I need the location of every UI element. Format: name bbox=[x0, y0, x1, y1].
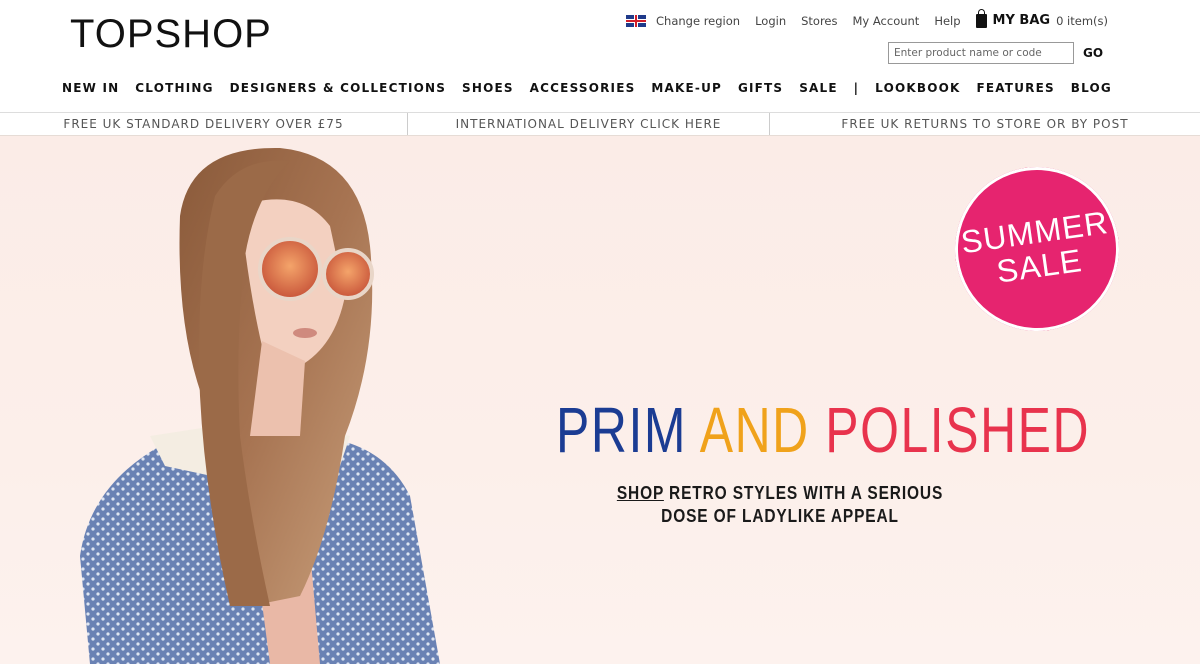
headline-word-3: POLISHED bbox=[825, 394, 1091, 466]
uk-flag-icon bbox=[626, 14, 647, 27]
subline-text-2: DOSE OF LADYLIKE APPEAL bbox=[661, 506, 899, 526]
subline-text-1: RETRO STYLES WITH A SERIOUS bbox=[669, 483, 944, 503]
bag-count: 0 item(s) bbox=[1056, 13, 1108, 28]
promo-international-delivery[interactable]: INTERNATIONAL DELIVERY CLICK HERE bbox=[408, 113, 770, 135]
shopping-bag-icon bbox=[975, 8, 987, 28]
nav-item-shoes[interactable]: SHOES bbox=[462, 81, 514, 95]
promo-free-returns[interactable]: FREE UK RETURNS TO STORE OR BY POST bbox=[770, 113, 1200, 135]
my-bag-link[interactable]: MY BAG 0 item(s) bbox=[975, 8, 1108, 28]
change-region-label: Change region bbox=[656, 13, 741, 28]
headline-word-1: PRIM bbox=[556, 394, 688, 466]
main-nav: NEW IN CLOTHING DESIGNERS & COLLECTIONS … bbox=[62, 81, 1112, 95]
stores-link[interactable]: Stores bbox=[801, 14, 837, 28]
nav-item-lookbook[interactable]: LOOKBOOK bbox=[875, 81, 960, 95]
nav-item-clothing[interactable]: CLOTHING bbox=[135, 81, 213, 95]
utility-links: Change region Login Stores My Account He… bbox=[626, 8, 1108, 28]
nav-item-new-in[interactable]: NEW IN bbox=[62, 81, 119, 95]
promo-free-delivery[interactable]: FREE UK STANDARD DELIVERY OVER £75 bbox=[0, 113, 408, 135]
promo-bar: FREE UK STANDARD DELIVERY OVER £75 INTER… bbox=[0, 112, 1200, 136]
nav-item-make-up[interactable]: MAKE-UP bbox=[651, 81, 722, 95]
nav-item-designers-collections[interactable]: DESIGNERS & COLLECTIONS bbox=[230, 81, 447, 95]
nav-item-features[interactable]: FEATURES bbox=[976, 81, 1054, 95]
nav-item-gifts[interactable]: GIFTS bbox=[738, 81, 783, 95]
my-account-link[interactable]: My Account bbox=[853, 14, 920, 28]
hero-subline: SHOP RETRO STYLES WITH A SERIOUS DOSE OF… bbox=[617, 482, 944, 528]
login-link[interactable]: Login bbox=[755, 14, 786, 28]
help-link[interactable]: Help bbox=[934, 14, 960, 28]
summer-sale-badge[interactable]: SUMMER SALE bbox=[944, 156, 1130, 342]
search-input[interactable] bbox=[888, 42, 1074, 64]
nav-item-blog[interactable]: BLOG bbox=[1071, 81, 1112, 95]
nav-item-sale[interactable]: SALE bbox=[799, 81, 838, 95]
model-photo bbox=[80, 147, 440, 664]
nav-item-accessories[interactable]: ACCESSORIES bbox=[530, 81, 636, 95]
nav-divider: | bbox=[853, 81, 860, 95]
shop-link[interactable]: SHOP bbox=[617, 483, 664, 503]
hero-banner[interactable]: SUMMER SALE PRIM AND POLISHED SHOP RETRO… bbox=[0, 136, 1200, 664]
change-region-link[interactable]: Change region bbox=[626, 14, 740, 28]
search-go-button[interactable]: GO bbox=[1080, 42, 1106, 64]
headline-word-2: AND bbox=[699, 394, 810, 466]
hero-headline: PRIM AND POLISHED bbox=[556, 396, 1090, 464]
search-form: GO bbox=[888, 42, 1106, 64]
bag-label: MY BAG bbox=[992, 13, 1051, 28]
topshop-logo[interactable]: TOPSHOP bbox=[70, 12, 272, 57]
